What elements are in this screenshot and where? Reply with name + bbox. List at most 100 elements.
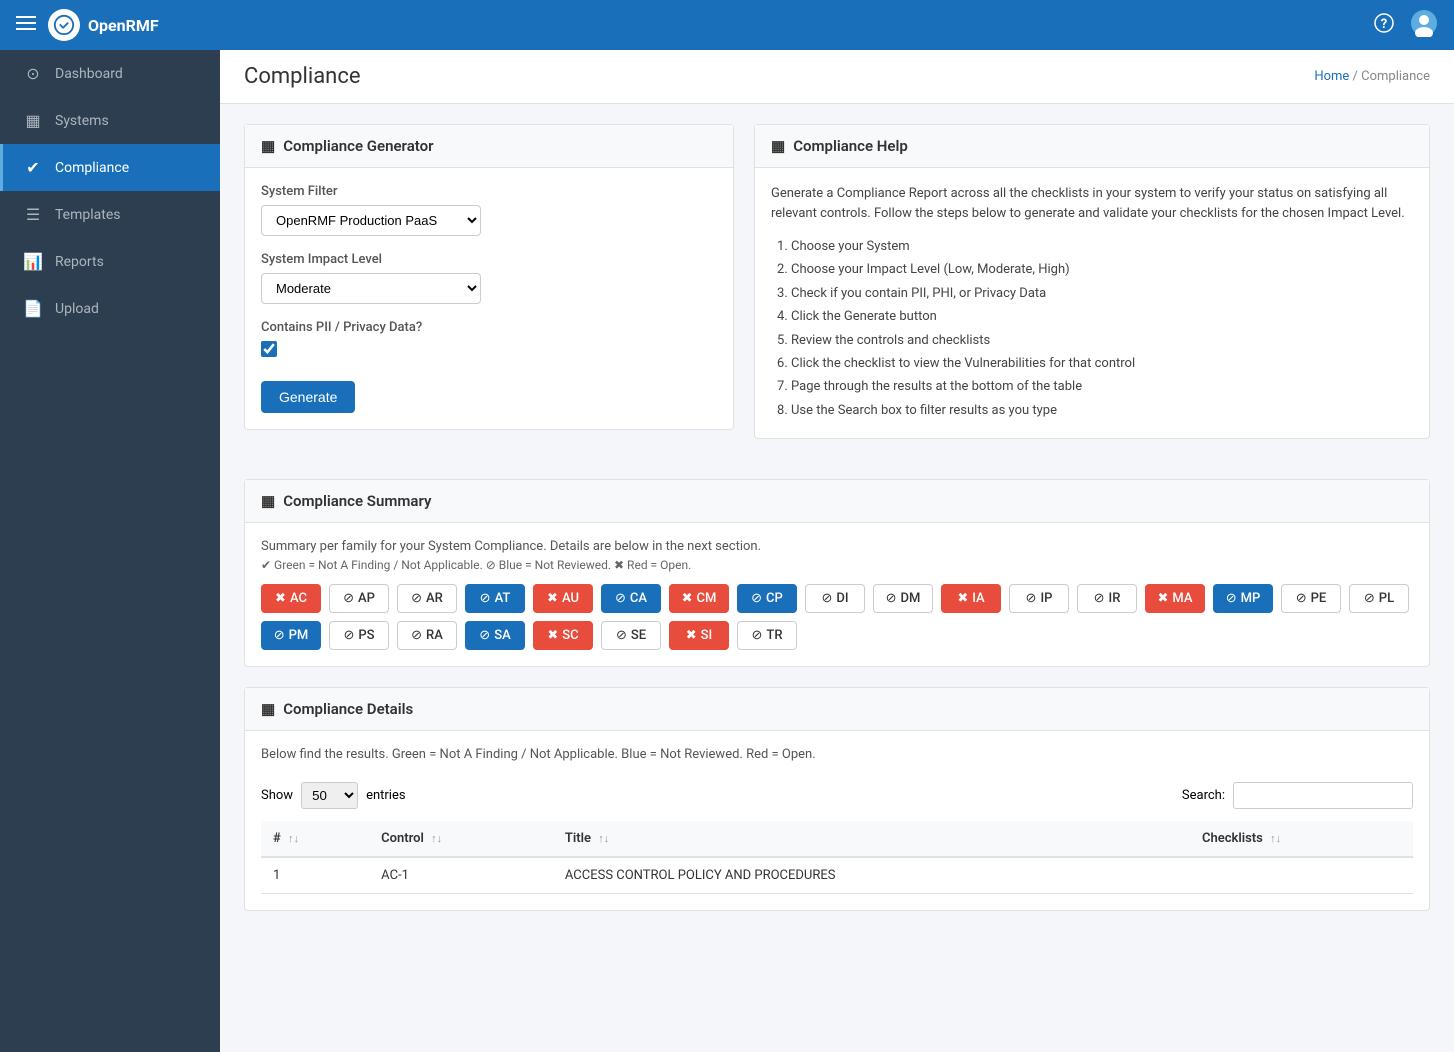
compliance-badge-cm[interactable]: ✖ CM <box>669 584 729 613</box>
compliance-badge-ps[interactable]: ⊘ PS <box>329 621 389 650</box>
badge-label: RA <box>426 628 443 643</box>
badge-icon: ⊘ <box>886 591 897 606</box>
compliance-details-header: ▦ Compliance Details <box>245 688 1429 731</box>
templates-icon: ☰ <box>23 205 43 224</box>
reports-icon: 📊 <box>23 252 43 271</box>
sidebar-item-reports[interactable]: 📊 Reports <box>0 238 220 285</box>
search-input[interactable] <box>1233 782 1413 809</box>
badge-icon: ✖ <box>682 591 693 606</box>
hamburger-icon[interactable] <box>16 13 36 38</box>
badge-label: MP <box>1241 591 1261 606</box>
help-grid-icon: ▦ <box>771 137 785 155</box>
badge-label: IR <box>1109 591 1121 606</box>
sidebar-item-templates[interactable]: ☰ Templates <box>0 191 220 238</box>
compliance-badge-ra[interactable]: ⊘ RA <box>397 621 457 650</box>
compliance-badge-pl[interactable]: ⊘ PL <box>1349 584 1409 613</box>
summary-grid-icon: ▦ <box>261 492 275 510</box>
badge-icon: ✖ <box>547 591 558 606</box>
compliance-badge-cp[interactable]: ⊘ CP <box>737 584 797 613</box>
compliance-details-card: ▦ Compliance Details Below find the resu… <box>244 687 1430 911</box>
badge-icon: ⊘ <box>615 591 626 606</box>
compliance-badge-ia[interactable]: ✖ IA <box>941 584 1001 613</box>
compliance-badge-ap[interactable]: ⊘ AP <box>329 584 389 613</box>
sidebar-label-dashboard: Dashboard <box>55 66 123 82</box>
show-select[interactable]: 10 25 50 100 <box>301 782 358 809</box>
compliance-generator-header: ▦ Compliance Generator <box>245 125 733 168</box>
impact-level-label: System Impact Level <box>261 252 717 267</box>
help-icon[interactable]: ? <box>1374 13 1394 38</box>
badge-icon: ⊘ <box>411 628 422 643</box>
system-filter-select[interactable]: OpenRMF Production PaaS <box>261 205 481 236</box>
generate-button[interactable]: Generate <box>261 381 355 413</box>
sidebar-item-upload[interactable]: 📄 Upload <box>0 285 220 332</box>
compliance-badge-mp[interactable]: ⊘ MP <box>1213 584 1273 613</box>
show-entries: Show 10 25 50 100 entries <box>261 782 406 809</box>
pii-group: Contains PII / Privacy Data? <box>261 320 717 357</box>
badge-label: SI <box>701 628 713 643</box>
badge-label: AC <box>290 591 307 606</box>
badge-label: CM <box>697 591 717 606</box>
sidebar-item-compliance[interactable]: ✔ Compliance <box>0 144 220 191</box>
badge-label: SE <box>631 628 646 643</box>
badge-icon: ✖ <box>1157 591 1168 606</box>
compliance-badge-au[interactable]: ✖ AU <box>533 584 593 613</box>
breadcrumb-home[interactable]: Home <box>1314 69 1349 84</box>
badge-grid: ✖ AC ⊘ AP ⊘ AR ⊘ AT ✖ AU ⊘ CA ✖ CM ⊘ CP ⊘ DI ⊘ DM… <box>261 584 1413 650</box>
compliance-badge-sc[interactable]: ✖ SC <box>533 621 593 650</box>
main-content: Compliance Home / Compliance ▦ Complianc… <box>220 50 1454 1052</box>
compliance-generator-card: ▦ Compliance Generator System Filter Ope… <box>244 124 734 430</box>
compliance-badge-di[interactable]: ⊘ DI <box>805 584 865 613</box>
help-step: Choose your Impact Level (Low, Moderate,… <box>791 258 1413 281</box>
badge-label: PS <box>358 628 374 643</box>
badge-icon: ✖ <box>547 628 558 643</box>
compliance-badge-dm[interactable]: ⊘ DM <box>873 584 933 613</box>
page-header: Compliance Home / Compliance <box>220 50 1454 104</box>
details-grid-icon: ▦ <box>261 700 275 718</box>
badge-icon: ⊘ <box>274 628 285 643</box>
user-avatar[interactable] <box>1410 9 1438 42</box>
help-steps-list: Choose your SystemChoose your Impact Lev… <box>771 235 1413 422</box>
col-title[interactable]: Title ↑↓ <box>553 821 1190 857</box>
compliance-badge-ca[interactable]: ⊘ CA <box>601 584 661 613</box>
help-step: Page through the results at the bottom o… <box>791 375 1413 398</box>
col-num[interactable]: # ↑↓ <box>261 821 369 857</box>
compliance-badge-si[interactable]: ✖ SI <box>669 621 729 650</box>
impact-level-select[interactable]: Low Moderate High <box>261 273 481 304</box>
help-step: Choose your System <box>791 235 1413 258</box>
pii-checkbox[interactable] <box>261 341 277 357</box>
systems-icon: ▦ <box>23 111 43 130</box>
badge-icon: ✖ <box>957 591 968 606</box>
sidebar-item-dashboard[interactable]: ⊙ Dashboard <box>0 50 220 97</box>
compliance-badge-ma[interactable]: ✖ MA <box>1145 584 1205 613</box>
badge-icon: ⊘ <box>751 591 762 606</box>
svg-text:?: ? <box>1381 17 1387 32</box>
badge-label: DM <box>901 591 921 606</box>
help-step: Review the controls and checklists <box>791 329 1413 352</box>
compliance-badge-tr[interactable]: ⊘ TR <box>737 621 797 650</box>
compliance-badge-ir[interactable]: ⊘ IR <box>1077 584 1137 613</box>
compliance-badge-ac[interactable]: ✖ AC <box>261 584 321 613</box>
cell-checklists <box>1190 857 1413 894</box>
compliance-badge-se[interactable]: ⊘ SE <box>601 621 661 650</box>
sidebar-label-reports: Reports <box>55 254 104 270</box>
badge-icon: ⊘ <box>480 591 491 606</box>
compliance-badge-sa[interactable]: ⊘ SA <box>465 621 525 650</box>
badge-label: PM <box>289 628 309 643</box>
col-control[interactable]: Control ↑↓ <box>369 821 553 857</box>
dashboard-icon: ⊙ <box>23 64 43 83</box>
compliance-badge-pm[interactable]: ⊘ PM <box>261 621 321 650</box>
compliance-badge-pe[interactable]: ⊘ PE <box>1281 584 1341 613</box>
badge-label: AU <box>562 591 579 606</box>
badge-label: AR <box>426 591 443 606</box>
badge-icon: ✖ <box>686 628 697 643</box>
badge-icon: ⊘ <box>479 628 490 643</box>
breadcrumb-current: Compliance <box>1361 69 1430 84</box>
help-step: Click the checklist to view the Vulnerab… <box>791 352 1413 375</box>
col-checklists[interactable]: Checklists ↑↓ <box>1190 821 1413 857</box>
compliance-badge-at[interactable]: ⊘ AT <box>465 584 525 613</box>
compliance-badge-ip[interactable]: ⊘ IP <box>1009 584 1069 613</box>
sidebar-item-systems[interactable]: ▦ Systems <box>0 97 220 144</box>
compliance-summary-card: ▦ Compliance Summary Summary per family … <box>244 479 1430 667</box>
sidebar-label-templates: Templates <box>55 207 121 223</box>
compliance-badge-ar[interactable]: ⊘ AR <box>397 584 457 613</box>
